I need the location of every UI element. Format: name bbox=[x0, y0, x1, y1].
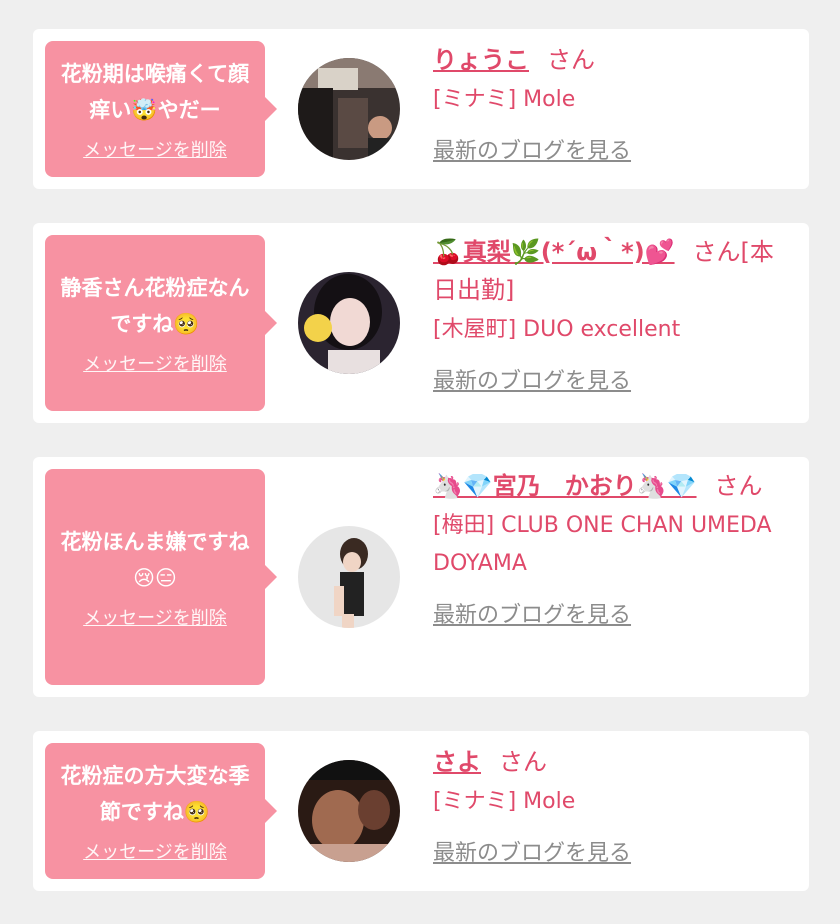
host-info: 🍒真梨🌿(*´ω｀*)💕 さん[本日出勤] [木屋町] DUO excellent… bbox=[433, 233, 795, 395]
shop-label: [ミナミ] Mole bbox=[433, 789, 576, 814]
message-bubble: 花粉ほんま嫌ですね😢😑 メッセージを削除 bbox=[45, 469, 277, 685]
host-name-link[interactable]: さよ bbox=[433, 748, 481, 776]
avatar[interactable] bbox=[298, 526, 400, 628]
shop-label: [木屋町] DUO excellent bbox=[433, 317, 681, 342]
latest-blog-link[interactable]: 最新のブログを見る bbox=[433, 597, 631, 629]
host-name-link[interactable]: 🦄💎宮乃 かおり🦄💎 bbox=[433, 472, 697, 500]
message-text: 花粉症の方大変な季節ですね🥺 bbox=[60, 764, 250, 824]
message-card: 花粉ほんま嫌ですね😢😑 メッセージを削除 🦄💎宮乃 かおり🦄💎 さん [梅田] C… bbox=[33, 457, 809, 697]
delete-message-link[interactable]: メッセージを削除 bbox=[83, 604, 227, 630]
shop-label: [梅田] CLUB ONE CHAN UMEDA DOYAMA bbox=[433, 513, 772, 576]
host-info: りょうこ さん [ミナミ] Mole 最新のブログを見る bbox=[433, 41, 795, 165]
avatar[interactable] bbox=[298, 760, 400, 862]
honorific: さん bbox=[499, 748, 547, 776]
shop-label: [ミナミ] Mole bbox=[433, 87, 576, 112]
delete-message-link[interactable]: メッセージを削除 bbox=[83, 838, 227, 864]
message-card: 花粉期は喉痛くて顔痒い🤯やだー メッセージを削除 りょうこ さん [ミナミ] Mo… bbox=[33, 29, 809, 189]
message-bubble: 静香さん花粉症なんですね🥺 メッセージを削除 bbox=[45, 235, 277, 411]
message-card: 花粉症の方大変な季節ですね🥺 メッセージを削除 さよ さん [ミナミ] Mole … bbox=[33, 731, 809, 891]
avatar-photo bbox=[298, 58, 400, 160]
avatar-photo bbox=[298, 272, 400, 374]
honorific: さん bbox=[547, 46, 595, 74]
host-name-link[interactable]: りょうこ bbox=[433, 46, 529, 74]
latest-blog-link[interactable]: 最新のブログを見る bbox=[433, 835, 631, 867]
message-text: 静香さん花粉症なんですね🥺 bbox=[60, 276, 250, 336]
host-info: さよ さん [ミナミ] Mole 最新のブログを見る bbox=[433, 743, 795, 867]
avatar-photo bbox=[298, 760, 400, 862]
delete-message-link[interactable]: メッセージを削除 bbox=[83, 136, 227, 162]
honorific: さん bbox=[714, 472, 763, 500]
host-name-link[interactable]: 🍒真梨🌿(*´ω｀*)💕 bbox=[433, 238, 675, 266]
latest-blog-link[interactable]: 最新のブログを見る bbox=[433, 363, 631, 395]
message-bubble: 花粉期は喉痛くて顔痒い🤯やだー メッセージを削除 bbox=[45, 41, 277, 177]
avatar-photo bbox=[298, 526, 400, 628]
message-bubble: 花粉症の方大変な季節ですね🥺 メッセージを削除 bbox=[45, 743, 277, 879]
delete-message-link[interactable]: メッセージを削除 bbox=[83, 350, 227, 376]
avatar[interactable] bbox=[298, 58, 400, 160]
message-text: 花粉ほんま嫌ですね😢😑 bbox=[60, 530, 250, 590]
host-info: 🦄💎宮乃 かおり🦄💎 さん [梅田] CLUB ONE CHAN UMEDA DO… bbox=[433, 467, 795, 629]
message-card: 静香さん花粉症なんですね🥺 メッセージを削除 🍒真梨🌿(*´ω｀*)💕 さん[本日… bbox=[33, 223, 809, 423]
message-text: 花粉期は喉痛くて顔痒い🤯やだー bbox=[60, 62, 250, 122]
latest-blog-link[interactable]: 最新のブログを見る bbox=[433, 133, 631, 165]
avatar[interactable] bbox=[298, 272, 400, 374]
